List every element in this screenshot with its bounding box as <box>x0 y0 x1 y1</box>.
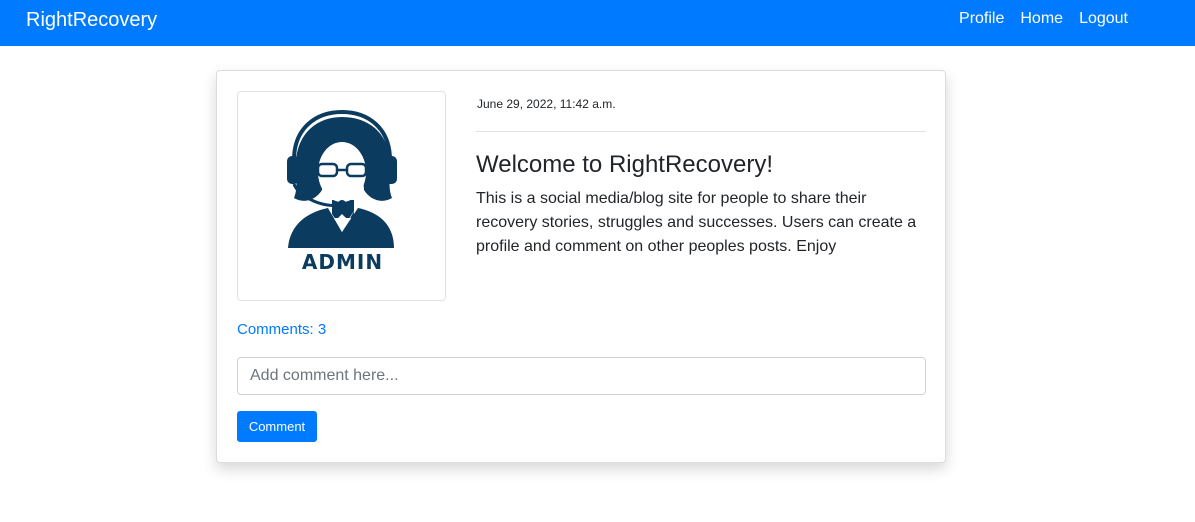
admin-logo-label: ADMIN <box>301 250 384 274</box>
post-title: Welcome to RightRecovery! <box>476 151 773 178</box>
nav-home-link[interactable]: Home <box>1020 9 1063 29</box>
post-divider <box>476 131 926 132</box>
post-image: ADMIN <box>237 91 446 301</box>
comment-input[interactable] <box>237 357 926 395</box>
post-body: This is a social media/blog site for peo… <box>476 190 917 255</box>
comment-submit-button[interactable]: Comment <box>237 411 317 442</box>
brand-link[interactable]: RightRecovery <box>26 8 157 32</box>
post-card: ADMIN June 29, 2022, 11:42 a.m. Welcome … <box>216 70 946 463</box>
nav-links: Profile Home Logout <box>959 9 1128 29</box>
nav-profile-link[interactable]: Profile <box>959 9 1004 29</box>
post-date: June 29, 2022, 11:42 a.m. <box>477 97 616 111</box>
nav-logout-link[interactable]: Logout <box>1079 9 1128 29</box>
navbar: RightRecovery Profile Home Logout <box>0 0 1195 46</box>
comments-count-link[interactable]: Comments: 3 <box>237 321 326 339</box>
